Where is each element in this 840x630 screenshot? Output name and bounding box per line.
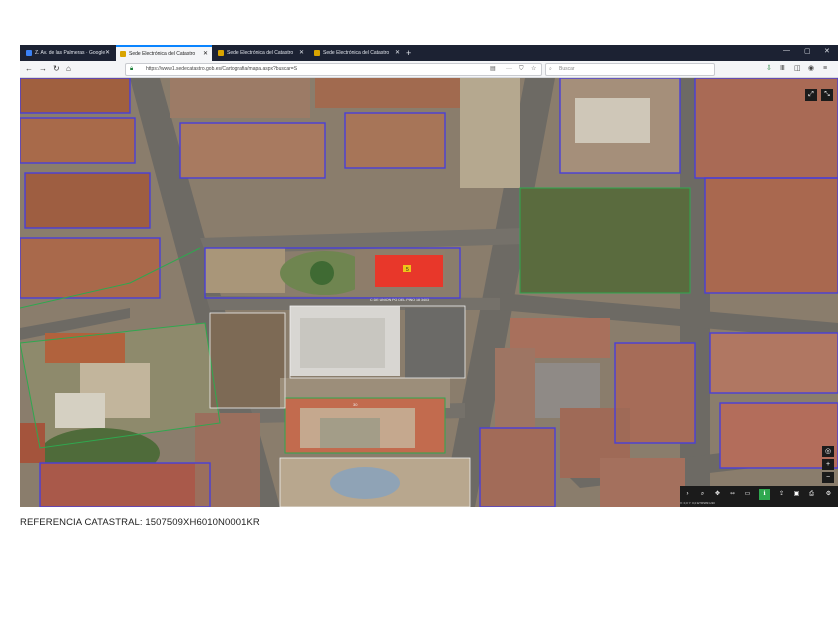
search-input[interactable]: ⌕ Buscar — [545, 63, 715, 76]
browser-window: Z. Av. de las Palmeras · Google ✕ Sede El… — [20, 45, 838, 507]
map-pin-icon — [26, 49, 32, 56]
tab-label: Z. Av. de las Palmeras · Google — [35, 50, 106, 56]
tab-bar: Z. Av. de las Palmeras · Google ✕ Sede El… — [20, 45, 838, 61]
forward-arrow-icon[interactable]: → — [39, 63, 47, 75]
search-placeholder: Buscar — [559, 66, 575, 72]
tab-catastro-2[interactable]: Sede Electrónica del Catastro ✕ — [214, 46, 308, 60]
back-arrow-icon[interactable]: ← — [25, 63, 33, 75]
close-icon[interactable]: ✕ — [203, 47, 208, 61]
zoom-out-button[interactable]: − — [822, 472, 834, 483]
account-icon[interactable]: ◉ — [808, 64, 814, 74]
tab-label: Sede Electrónica del Catastro — [323, 50, 390, 56]
url-text: https://www1.sedecatastro.gob.es/Cartogr… — [146, 66, 298, 72]
sidebar-icon[interactable]: ◫ — [794, 64, 801, 74]
catastro-icon — [120, 50, 126, 57]
search-icon[interactable]: ⌕ — [697, 489, 708, 500]
bookmark-star-icon[interactable]: ☆ — [531, 64, 536, 75]
ruler-icon[interactable]: ▭ — [742, 489, 753, 500]
expand-icon[interactable]: ⤡ — [821, 89, 833, 101]
new-tab-button[interactable]: + — [406, 46, 411, 60]
tab-label: Sede Electrónica del Catastro — [227, 50, 294, 56]
satellite-map-image: 5 C DE UNION PG DEL PINO 18 3403 30 — [20, 78, 838, 507]
tab-google-maps[interactable]: Z. Av. de las Palmeras · Google ✕ — [22, 46, 114, 60]
lock-icon: 🔒︎ — [130, 66, 134, 72]
close-icon[interactable]: ✕ — [395, 46, 400, 60]
cadastral-map[interactable]: 5 C DE UNION PG DEL PINO 18 3403 30 ⤢ ⤡ … — [20, 78, 838, 507]
reader-icon[interactable]: ▤ — [490, 64, 496, 75]
pan-icon[interactable]: ✥ — [712, 489, 723, 500]
lower-parcel-label: 30 — [353, 402, 358, 407]
search-icon: ⌕ — [549, 66, 552, 72]
close-window-icon[interactable]: ✕ — [824, 47, 830, 55]
arrow-icon[interactable]: › — [682, 489, 693, 500]
settings-icon[interactable]: ⚙ — [823, 489, 834, 500]
coordinate-readout: X: 0,0 Y: 0,0 ETRS89 H30 — [680, 501, 715, 505]
reload-icon[interactable]: ↻ — [53, 63, 60, 75]
library-icon[interactable]: Ⅲ — [780, 64, 785, 74]
share-icon[interactable]: ⇪ — [776, 489, 787, 500]
more-icon[interactable]: ··· — [506, 64, 512, 75]
maximize-icon[interactable]: ▢ — [804, 47, 811, 55]
menu-icon[interactable]: ≡ — [823, 64, 827, 74]
fullscreen-icon[interactable]: ⤢ — [805, 89, 817, 101]
tab-catastro-3[interactable]: Sede Electrónica del Catastro ✕ — [310, 46, 404, 60]
shield-icon[interactable]: ⛉ — [519, 64, 524, 75]
map-bottom-toolbar: › ⌕ ✥ ⇿ ▭ ℹ ⇪ ▣ ⎙ ⚙ X: 0,0 Y: 0,0 ETRS89… — [680, 486, 838, 507]
catastro-icon — [314, 49, 320, 56]
minimize-icon[interactable]: — — [783, 47, 790, 54]
info-icon[interactable]: ℹ — [759, 489, 770, 500]
close-icon[interactable]: ✕ — [299, 46, 304, 60]
cadastral-reference-caption: REFERENCIA CATASTRAL: 1507509XH6010N0001… — [20, 517, 260, 528]
print-icon[interactable]: ⎙ — [806, 489, 817, 500]
catastro-icon — [218, 49, 224, 56]
tab-catastro-active[interactable]: Sede Electrónica del Catastro ✕ — [116, 45, 212, 61]
tab-label: Sede Electrónica del Catastro — [129, 51, 196, 57]
navigation-bar: ← → ↻ ⌂ 🔒︎ https://www1.sedecatastro.gob… — [20, 61, 838, 78]
address-bar[interactable]: 🔒︎ https://www1.sedecatastro.gob.es/Cart… — [125, 63, 542, 76]
zoom-in-button[interactable]: + — [822, 459, 834, 470]
home-icon[interactable]: ⌂ — [66, 63, 71, 75]
photo-icon[interactable]: ▣ — [791, 489, 802, 500]
measure-icon[interactable]: ⇿ — [727, 489, 738, 500]
locate-icon[interactable]: ◎ — [822, 446, 834, 457]
close-icon[interactable]: ✕ — [105, 46, 110, 60]
download-icon[interactable]: ⇩ — [766, 64, 772, 74]
building-label: 5 — [406, 267, 409, 273]
